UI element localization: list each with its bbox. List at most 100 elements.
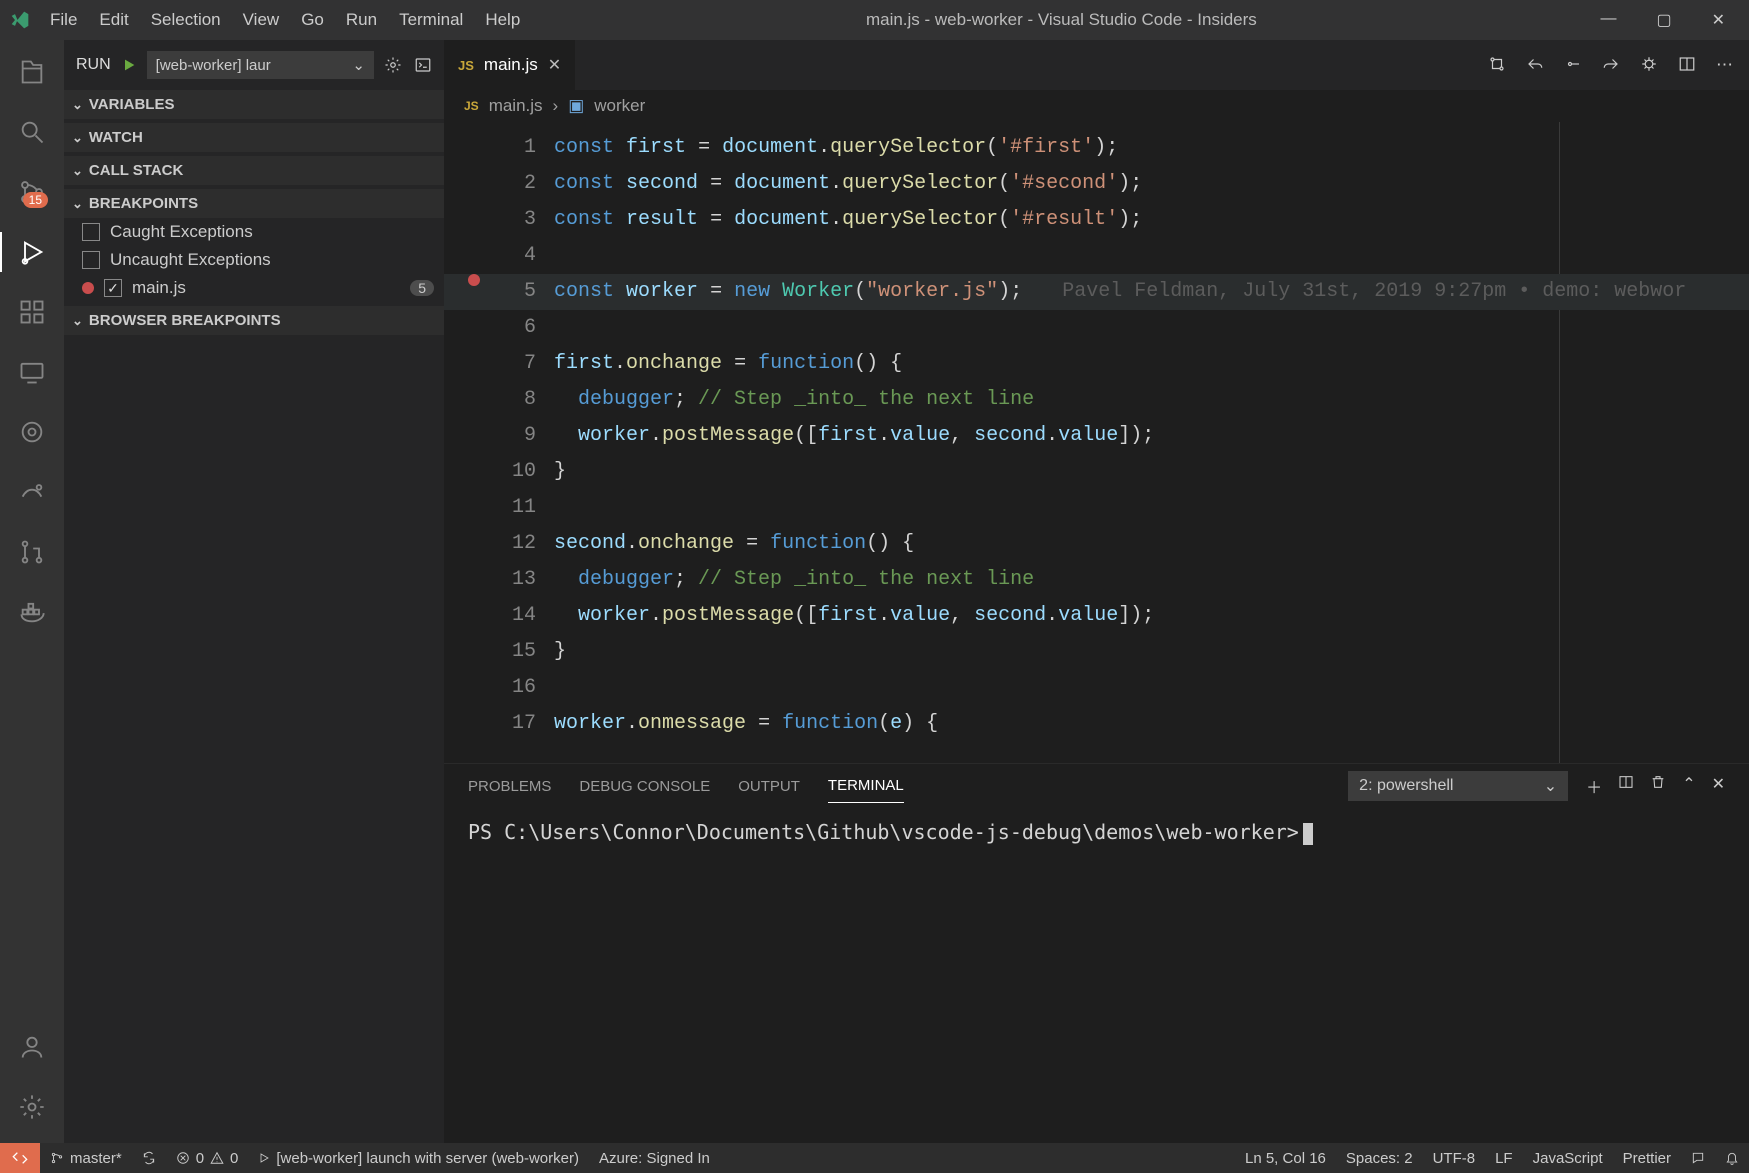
gear-icon[interactable]	[384, 56, 402, 74]
checkbox-icon[interactable]	[82, 223, 100, 241]
status-azure[interactable]: Azure: Signed In	[589, 1143, 720, 1173]
close-button[interactable]: ✕	[1704, 6, 1733, 34]
more-icon[interactable]: ⋯	[1716, 55, 1733, 75]
status-errors[interactable]: 0 0	[166, 1143, 249, 1173]
config-value: [web-worker] laur	[156, 57, 271, 74]
tab-output[interactable]: OUTPUT	[738, 770, 800, 803]
editor-area: JS main.js ✕ ⋯ JS main.js › ▣ worker	[444, 40, 1749, 1143]
target-icon[interactable]	[12, 412, 52, 452]
menu-terminal[interactable]: Terminal	[389, 4, 473, 36]
compare-icon[interactable]	[1488, 55, 1506, 75]
menu-file[interactable]: File	[40, 4, 87, 36]
status-prettier[interactable]: Prettier	[1613, 1150, 1681, 1167]
account-icon[interactable]	[12, 1027, 52, 1067]
tab-bar: JS main.js ✕ ⋯	[444, 40, 1749, 90]
scm-badge: 15	[23, 192, 48, 208]
tab-problems[interactable]: PROBLEMS	[468, 770, 551, 803]
status-encoding[interactable]: UTF-8	[1423, 1150, 1486, 1167]
status-launch[interactable]: [web-worker] launch with server (web-wor…	[248, 1143, 589, 1173]
chevron-down-icon: ⌄	[352, 56, 365, 74]
git-pr-icon[interactable]	[12, 532, 52, 572]
menu-view[interactable]: View	[233, 4, 290, 36]
terminal[interactable]: PS C:\Users\Connor\Documents\Github\vsco…	[444, 808, 1749, 1143]
kill-terminal-icon[interactable]	[1650, 774, 1666, 798]
tab-terminal[interactable]: TERMINAL	[828, 769, 904, 803]
extensions-icon[interactable]	[12, 292, 52, 332]
run-header: RUN [web-worker] laur ⌄	[64, 40, 444, 90]
close-panel-icon[interactable]: ✕	[1712, 774, 1725, 798]
run-debug-icon[interactable]	[12, 232, 52, 272]
status-spaces[interactable]: Spaces: 2	[1336, 1150, 1423, 1167]
titlebar: File Edit Selection View Go Run Terminal…	[0, 0, 1749, 40]
search-icon[interactable]	[12, 112, 52, 152]
breadcrumbs[interactable]: JS main.js › ▣ worker	[444, 90, 1749, 122]
debug-console-icon[interactable]	[414, 56, 432, 74]
checkbox-icon[interactable]	[82, 251, 100, 269]
status-sync[interactable]	[132, 1143, 166, 1173]
status-language[interactable]: JavaScript	[1523, 1150, 1613, 1167]
bug-icon[interactable]	[1640, 55, 1658, 75]
status-eol[interactable]: LF	[1485, 1150, 1523, 1167]
maximize-button[interactable]: ▢	[1648, 6, 1679, 34]
remote-indicator[interactable]	[0, 1143, 40, 1173]
vscode-icon	[8, 8, 32, 32]
settings-gear-icon[interactable]	[12, 1087, 52, 1127]
bp-file[interactable]: main.js 5	[64, 274, 444, 302]
maximize-panel-icon[interactable]: ⌃	[1682, 774, 1695, 798]
bp-line-badge: 5	[410, 280, 434, 296]
terminal-select[interactable]: 2: powershell ⌄	[1348, 771, 1568, 801]
tab-main-js[interactable]: JS main.js ✕	[444, 40, 576, 90]
checkbox-checked-icon[interactable]	[104, 279, 122, 297]
explorer-icon[interactable]	[12, 52, 52, 92]
minimize-button[interactable]: —	[1592, 6, 1624, 34]
bp-uncaught[interactable]: Uncaught Exceptions	[64, 246, 444, 274]
tab-close-icon[interactable]: ✕	[548, 55, 561, 75]
callstack-section[interactable]: ⌄CALL STACK	[64, 156, 444, 185]
menu-run[interactable]: Run	[336, 4, 387, 36]
watch-section[interactable]: ⌄WATCH	[64, 123, 444, 152]
menu-edit[interactable]: Edit	[89, 4, 138, 36]
status-bell-icon[interactable]	[1715, 1151, 1749, 1165]
run-label: RUN	[76, 56, 111, 74]
window-title: main.js - web-worker - Visual Studio Cod…	[530, 10, 1592, 30]
split-terminal-icon[interactable]	[1618, 774, 1634, 798]
menu-selection[interactable]: Selection	[141, 4, 231, 36]
breakpoints-section[interactable]: ⌄BREAKPOINTS	[64, 189, 444, 218]
variables-section[interactable]: ⌄VARIABLES	[64, 90, 444, 119]
code-editor[interactable]: 1const first = document.querySelector('#…	[444, 122, 1749, 763]
menubar: File Edit Selection View Go Run Terminal…	[40, 4, 530, 36]
new-terminal-icon[interactable]: ＋	[1586, 774, 1602, 798]
js-file-icon: JS	[464, 99, 479, 113]
js-file-icon: JS	[458, 58, 474, 73]
tab-debug-console[interactable]: DEBUG CONSOLE	[579, 770, 710, 803]
split-editor-icon[interactable]	[1678, 55, 1696, 75]
source-control-icon[interactable]: 15	[12, 172, 52, 212]
browser-breakpoints-section[interactable]: ⌄BROWSER BREAKPOINTS	[64, 306, 444, 335]
start-debug-button[interactable]	[121, 57, 137, 73]
terminal-prompt: PS C:\Users\Connor\Documents\Github\vsco…	[468, 820, 1299, 844]
chevron-down-icon: ⌄	[1544, 776, 1557, 796]
debug-alt-icon[interactable]	[12, 472, 52, 512]
step-back-icon[interactable]	[1526, 55, 1544, 75]
menu-go[interactable]: Go	[291, 4, 334, 36]
docker-icon[interactable]	[12, 592, 52, 632]
bp-caught[interactable]: Caught Exceptions	[64, 218, 444, 246]
bottom-panel: PROBLEMS DEBUG CONSOLE OUTPUT TERMINAL 2…	[444, 763, 1749, 1143]
status-branch[interactable]: master*	[40, 1143, 132, 1173]
open-changes-icon[interactable]	[1564, 55, 1582, 75]
window-controls: — ▢ ✕	[1592, 6, 1733, 34]
run-sidebar: RUN [web-worker] laur ⌄ ⌄VARIABLES ⌄	[64, 40, 444, 1143]
status-bar: master* 0 0 [web-worker] launch with ser…	[0, 1143, 1749, 1173]
launch-config-select[interactable]: [web-worker] laur ⌄	[147, 51, 374, 79]
cursor-icon	[1303, 823, 1313, 845]
status-feedback-icon[interactable]	[1681, 1151, 1715, 1165]
remote-icon[interactable]	[12, 352, 52, 392]
menu-help[interactable]: Help	[475, 4, 530, 36]
breakpoint-glyph-icon[interactable]	[468, 274, 480, 286]
step-forward-icon[interactable]	[1602, 55, 1620, 75]
symbol-variable-icon: ▣	[568, 96, 584, 116]
status-cursor[interactable]: Ln 5, Col 16	[1235, 1150, 1336, 1167]
gitlens-annotation: Pavel Feldman, July 31st, 2019 9:27pm • …	[1062, 280, 1686, 303]
activity-bar: 15	[0, 40, 64, 1143]
breakpoint-dot-icon	[82, 282, 94, 294]
